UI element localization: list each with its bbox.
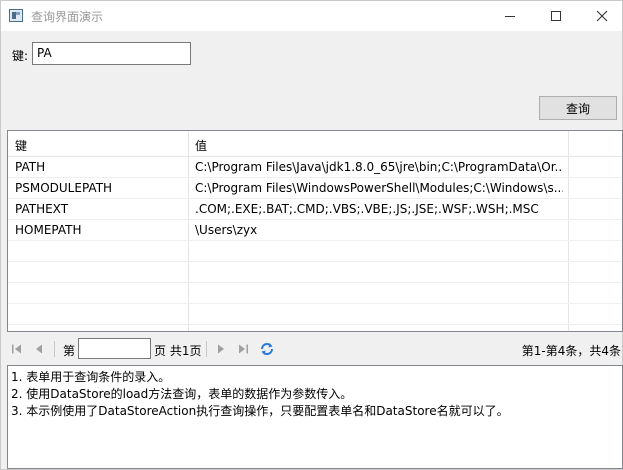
result-grid: 键 值 PATH C:\Program Files\Java\jdk1.8.0_… [7, 130, 623, 332]
close-button[interactable] [579, 1, 623, 31]
column-header-key[interactable]: 键 [15, 137, 27, 154]
window-title: 查询界面演示 [31, 10, 104, 24]
page-number-input[interactable] [78, 338, 151, 359]
main-window: 查询界面演示 键: PA 查询 键 值 PATH C:\Program File… [0, 0, 623, 470]
pagination-bar: 第 页 共1页 第1-第4条，共4条 [7, 337, 623, 361]
note-line: 3. 本示例使用了DataStoreAction执行查询操作，只要配置表单名和D… [11, 404, 509, 418]
grid-header: 键 值 [8, 131, 622, 157]
empty-row [8, 283, 622, 304]
table-row[interactable]: PATH C:\Program Files\Java\jdk1.8.0_65\j… [8, 157, 622, 178]
cell-value: C:\Program Files\WindowsPowerShell\Modul… [195, 181, 563, 195]
column-header-value[interactable]: 值 [195, 137, 207, 154]
next-page-icon[interactable] [213, 341, 229, 357]
cell-key: PATHEXT [15, 202, 69, 216]
table-row[interactable]: HOMEPATH \Users\zyx [8, 220, 622, 241]
refresh-icon[interactable] [259, 341, 275, 357]
note-line: 2. 使用DataStore的load方法查询，表单的数据作为参数传入。 [11, 387, 353, 401]
cell-value: \Users\zyx [195, 223, 258, 237]
query-button[interactable]: 查询 [539, 96, 617, 120]
empty-row [8, 262, 622, 283]
notes-textarea[interactable]: 1. 表单用于查询条件的录入。 2. 使用DataStore的load方法查询，… [7, 365, 623, 469]
app-icon [9, 9, 23, 22]
title-bar[interactable]: 查询界面演示 [1, 1, 622, 31]
pager-separator [54, 341, 55, 357]
empty-row [8, 304, 622, 325]
cell-key: PATH [15, 160, 46, 174]
cell-value: C:\Program Files\Java\jdk1.8.0_65\jre\bi… [195, 160, 563, 174]
pager-separator [206, 341, 207, 357]
record-count-info: 第1-第4条，共4条 [521, 344, 621, 358]
key-label: 键: [12, 49, 29, 63]
key-input[interactable]: PA [32, 42, 191, 65]
table-row[interactable]: PATHEXT .COM;.EXE;.BAT;.CMD;.VBS;.VBE;.J… [8, 199, 622, 220]
close-icon [596, 10, 608, 22]
empty-row [8, 241, 622, 262]
prev-page-icon[interactable] [31, 341, 47, 357]
minimize-button[interactable] [487, 1, 533, 31]
minimize-icon [505, 15, 515, 17]
cell-key: PSMODULEPATH [15, 181, 113, 195]
maximize-icon [551, 11, 561, 21]
note-line: 1. 表单用于查询条件的录入。 [11, 370, 171, 384]
page-prefix: 第 [63, 344, 76, 358]
first-page-icon[interactable] [9, 341, 25, 357]
table-row[interactable]: PSMODULEPATH C:\Program Files\WindowsPow… [8, 178, 622, 199]
maximize-button[interactable] [533, 1, 579, 31]
cell-value: .COM;.EXE;.BAT;.CMD;.VBS;.VBE;.JS;.JSE;.… [195, 202, 539, 216]
cell-key: HOMEPATH [15, 223, 82, 237]
page-suffix: 页 共1页 [154, 344, 202, 358]
last-page-icon[interactable] [235, 341, 251, 357]
